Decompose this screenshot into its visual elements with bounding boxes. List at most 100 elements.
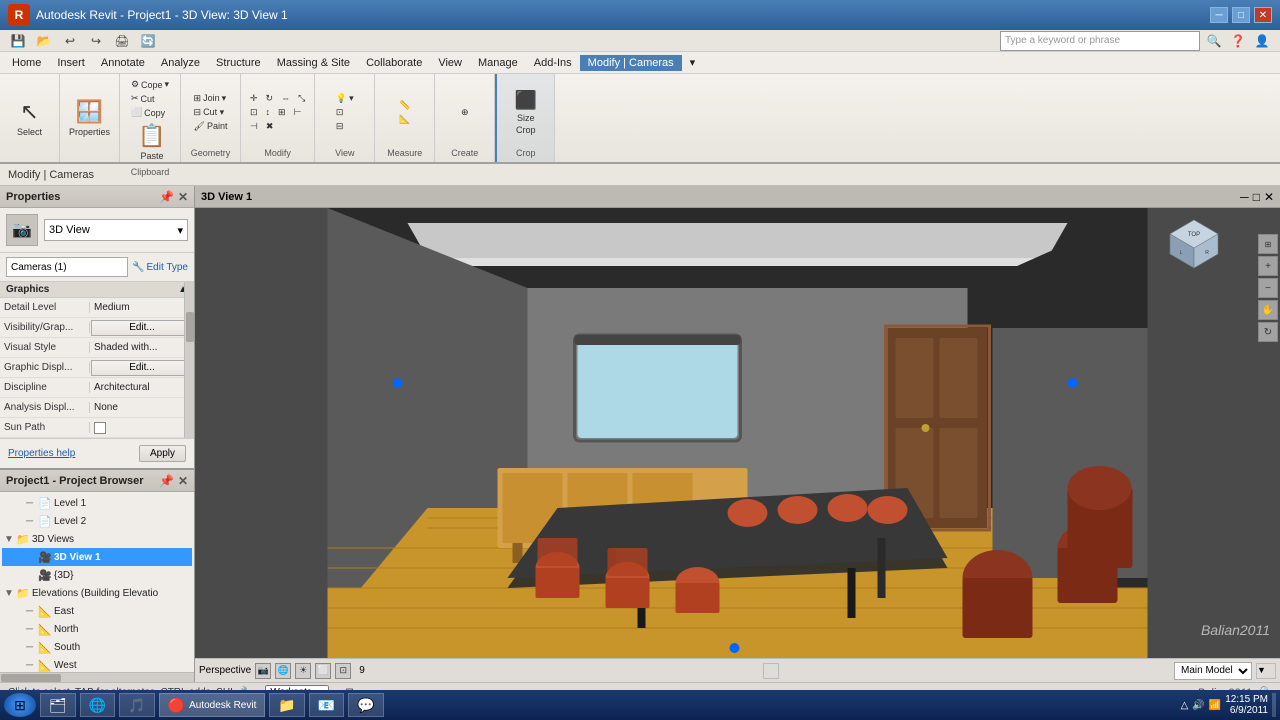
move-button[interactable]: ✛ <box>247 92 261 105</box>
tree-item-west[interactable]: ─ 📐 West <box>2 656 192 672</box>
graphics-section-header[interactable]: Graphics ▲ <box>0 282 194 298</box>
copy-button[interactable]: ⬜ Copy <box>128 106 168 119</box>
taskbar-chat[interactable]: 💬 <box>348 693 383 717</box>
tree-item-3dview1[interactable]: 🎥 3D View 1 <box>2 548 192 566</box>
3d-viewport[interactable]: TOP L R ⊞ + − ✋ ↻ Balian2011 <box>195 208 1280 658</box>
section-box-btn[interactable]: ⊡ <box>335 663 351 679</box>
minimize-button[interactable]: ─ <box>1210 7 1228 23</box>
menu-annotate[interactable]: Annotate <box>93 55 153 71</box>
lights-button[interactable]: 💡 ▾ <box>333 92 357 105</box>
menu-view[interactable]: View <box>430 55 470 71</box>
tree-item-east[interactable]: ─ 📐 East <box>2 602 192 620</box>
sync-button[interactable]: 🔄 <box>138 32 158 50</box>
menu-collaborate[interactable]: Collaborate <box>358 55 430 71</box>
close-button[interactable]: ✕ <box>1254 7 1272 23</box>
search-button[interactable]: 🔍 <box>1204 32 1224 50</box>
viewport-restore-button[interactable]: □ <box>1253 190 1260 204</box>
show-desktop-button[interactable] <box>1272 693 1276 717</box>
join-button[interactable]: ⊞ Join ▾ <box>191 92 231 105</box>
help-button[interactable]: ❓ <box>1228 32 1248 50</box>
paste-button[interactable]: 📋 Paste <box>130 119 174 165</box>
zoom-in-button[interactable]: + <box>1258 256 1278 276</box>
viewport-close-button[interactable]: ✕ <box>1264 190 1274 204</box>
delete-button[interactable]: ✖ <box>263 120 277 133</box>
sign-in-button[interactable]: 👤 <box>1252 32 1272 50</box>
visibility-edit-button[interactable]: Edit... <box>91 320 193 336</box>
select-button[interactable]: ↖ Select <box>8 95 52 141</box>
taskbar-mail[interactable]: 📧 <box>309 693 344 717</box>
render-button[interactable]: 🌐 <box>275 663 291 679</box>
panel-pin-button[interactable]: 📌 <box>159 190 174 204</box>
view-extra-button[interactable]: ⊟ <box>333 120 357 133</box>
menu-analyze[interactable]: Analyze <box>153 55 208 71</box>
camera-button[interactable]: 📷 <box>255 663 271 679</box>
panel-close-button[interactable]: ✕ <box>178 190 188 204</box>
project-browser-close-button[interactable]: ✕ <box>178 474 188 488</box>
menu-modify-cameras[interactable]: Modify | Cameras <box>580 55 682 71</box>
menu-home[interactable]: Home <box>4 55 49 71</box>
edit-type-button[interactable]: 🔧 Edit Type <box>132 262 188 273</box>
nav-wheel[interactable] <box>763 663 779 679</box>
tree-item-3d[interactable]: 🎥 {3D} <box>2 566 192 584</box>
cope-button[interactable]: ⚙ Cope ▾ <box>128 78 172 91</box>
pan-button[interactable]: ✋ <box>1258 300 1278 320</box>
view-cube[interactable]: TOP L R <box>1168 218 1220 270</box>
tree-item-south[interactable]: ─ 📐 South <box>2 638 192 656</box>
apply-button[interactable]: Apply <box>139 445 186 462</box>
tree-item-level1[interactable]: ─ 📄 Level 1 <box>2 494 192 512</box>
taskbar-revit[interactable]: 🔴 Autodesk Revit <box>159 693 266 717</box>
new-button[interactable]: 💾 <box>8 32 28 50</box>
rotate-button[interactable]: ↻ <box>263 92 277 105</box>
mirror-y-button[interactable]: ↕ <box>263 106 274 118</box>
section-box-button[interactable]: ⊡ <box>333 106 357 119</box>
properties-help-link[interactable]: Properties help <box>8 448 75 459</box>
model-selector[interactable]: Main Model <box>1174 662 1252 680</box>
menu-extra[interactable]: ▾ <box>682 54 704 71</box>
menu-structure[interactable]: Structure <box>208 55 269 71</box>
tree-item-north[interactable]: ─ 📐 North <box>2 620 192 638</box>
redo-button[interactable]: ↪ <box>86 32 106 50</box>
array-button[interactable]: ⊞ <box>275 106 289 119</box>
menu-addins[interactable]: Add-Ins <box>526 55 580 71</box>
instance-dropdown[interactable]: Cameras (1) <box>6 257 128 277</box>
crop-btn[interactable]: ⬜ <box>315 663 331 679</box>
sun-path-checkbox[interactable] <box>94 422 106 434</box>
filter-button[interactable]: ▼ <box>1256 663 1276 679</box>
tree-item-level2[interactable]: ─ 📄 Level 2 <box>2 512 192 530</box>
menu-manage[interactable]: Manage <box>470 55 526 71</box>
zoom-out-button[interactable]: − <box>1258 278 1278 298</box>
cut-button[interactable]: ✂ Cut <box>128 92 172 105</box>
zoom-all-button[interactable]: ⊞ <box>1258 234 1278 254</box>
search-bar[interactable]: Type a keyword or phrase <box>1000 31 1200 51</box>
maximize-button[interactable]: □ <box>1232 7 1250 23</box>
start-button[interactable]: ⊞ <box>4 693 36 717</box>
type-dropdown[interactable]: 3D View ▾ <box>44 219 188 241</box>
size-crop-button[interactable]: ⬛ Size Crop <box>504 86 548 139</box>
menu-insert[interactable]: Insert <box>49 55 93 71</box>
taskbar-folder[interactable]: 📁 <box>269 693 304 717</box>
split-button[interactable]: ⊣ <box>247 120 261 133</box>
tree-item-3dviews[interactable]: ▼ 📁 3D Views <box>2 530 192 548</box>
menu-massing[interactable]: Massing & Site <box>269 55 358 71</box>
create-button[interactable]: ⊕ <box>458 106 472 119</box>
taskbar-itunes[interactable]: 🎵 <box>119 693 154 717</box>
measure-dist-button[interactable]: 📏 <box>396 99 413 112</box>
measure-angle-button[interactable]: 📐 <box>396 113 413 126</box>
cut-geom-button[interactable]: ⊟ Cut ▾ <box>191 106 231 119</box>
open-button[interactable]: 📂 <box>34 32 54 50</box>
viewport-minimize-button[interactable]: ─ <box>1240 190 1249 204</box>
properties-button[interactable]: 🪟 Properties <box>68 95 112 141</box>
taskbar-explorer[interactable]: 🗂 <box>40 693 76 717</box>
graphic-displ-edit-button[interactable]: Edit... <box>91 360 193 376</box>
orbit-button[interactable]: ↻ <box>1258 322 1278 342</box>
taskbar-browser[interactable]: 🌐 <box>80 693 115 717</box>
offset-button[interactable]: ⊡ <box>247 106 261 119</box>
shadows-button[interactable]: ☀ <box>295 663 311 679</box>
tree-item-elevations[interactable]: ▼ 📁 Elevations (Building Elevatio <box>2 584 192 602</box>
paint-button[interactable]: 🖌 Paint <box>191 120 231 133</box>
undo-button[interactable]: ↩ <box>60 32 80 50</box>
trim-button[interactable]: ⊢ <box>291 106 305 119</box>
scale-button[interactable]: ⤡ <box>295 92 308 105</box>
project-browser-pin-button[interactable]: 📌 <box>159 474 174 488</box>
mirror-x-button[interactable]: ⇔ <box>278 92 293 104</box>
